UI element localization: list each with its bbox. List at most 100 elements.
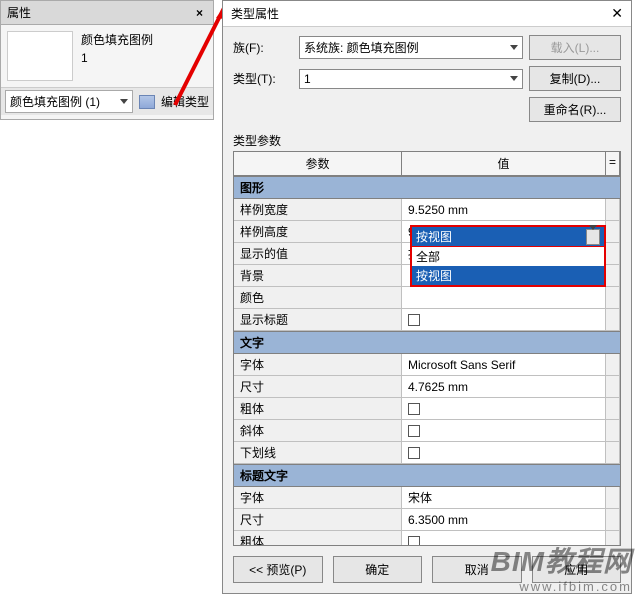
eq-cell (606, 487, 620, 508)
close-icon[interactable]: × (192, 6, 207, 20)
group-header[interactable]: 标题文字 (234, 464, 620, 487)
dropdown-list: 全部按视图 (412, 247, 604, 285)
dropdown-selected-text: 按视图 (416, 228, 452, 245)
param-name: 粗体 (234, 398, 402, 419)
param-row: 粗体 (234, 398, 620, 420)
eq-cell (606, 309, 620, 330)
param-row: 字体宋体 (234, 487, 620, 509)
type-row: 类型(T): 1 复制(D)... (233, 66, 621, 91)
param-row: 样例宽度9.5250 mm (234, 199, 620, 221)
copy-button[interactable]: 复制(D)... (529, 66, 621, 91)
rename-row: 重命名(R)... (233, 97, 621, 122)
dialog-title: 类型属性 (231, 5, 279, 22)
col-value: 值 (402, 152, 606, 175)
param-row: 斜体 (234, 420, 620, 442)
param-table: 参数 值 = 图形样例宽度9.5250 mm样例高度9.5250 mm显示的值按… (233, 151, 621, 546)
edit-type-button[interactable]: 编辑类型 (161, 93, 209, 110)
rename-button[interactable]: 重命名(R)... (529, 97, 621, 122)
type-selector-value: 颜色填充图例 (1) (10, 93, 100, 110)
eq-cell (606, 354, 620, 375)
param-name: 显示标题 (234, 309, 402, 330)
param-name: 样例宽度 (234, 199, 402, 220)
param-value[interactable]: 4.7625 mm (402, 376, 606, 397)
chevron-down-icon (510, 76, 518, 81)
checkbox[interactable] (408, 314, 420, 326)
dropdown-selected[interactable]: 按视图 (412, 227, 604, 247)
param-table-header: 参数 值 = (234, 152, 620, 176)
eq-cell (606, 199, 620, 220)
col-param: 参数 (234, 152, 402, 175)
type-label: 类型(T): (233, 70, 293, 87)
checkbox[interactable] (408, 425, 420, 437)
group-header[interactable]: 图形 (234, 176, 620, 199)
param-value[interactable] (402, 398, 606, 419)
type-name: 颜色填充图例 (81, 31, 153, 49)
param-value[interactable] (402, 442, 606, 463)
param-value[interactable] (402, 309, 606, 330)
eq-cell (606, 243, 620, 264)
dropdown-option[interactable]: 全部 (412, 247, 604, 266)
properties-title: 属性 (7, 4, 31, 21)
param-value[interactable]: 宋体 (402, 487, 606, 508)
param-name: 尺寸 (234, 509, 402, 530)
param-row: 尺寸6.3500 mm (234, 509, 620, 531)
param-name: 样例高度 (234, 221, 402, 242)
family-row: 族(F): 系统族: 颜色填充图例 载入(L)... (233, 35, 621, 60)
ok-button[interactable]: 确定 (333, 556, 423, 583)
close-icon[interactable]: ✕ (611, 5, 623, 22)
type-params-label: 类型参数 (233, 132, 621, 149)
param-row: 显示标题 (234, 309, 620, 331)
param-value[interactable] (402, 287, 606, 308)
param-value[interactable]: 6.3500 mm (402, 509, 606, 530)
param-name: 斜体 (234, 420, 402, 441)
chevron-down-icon (510, 45, 518, 50)
family-combo[interactable]: 系统族: 颜色填充图例 (299, 36, 523, 59)
properties-panel: 属性 × 颜色填充图例 1 颜色填充图例 (1) 编辑类型 (0, 0, 214, 120)
dropdown-option[interactable]: 按视图 (412, 266, 604, 285)
eq-cell (606, 287, 620, 308)
param-row: 字体Microsoft Sans Serif (234, 354, 620, 376)
type-thumbnail (7, 31, 73, 81)
type-label: 颜色填充图例 1 (81, 31, 153, 81)
checkbox[interactable] (408, 447, 420, 459)
dialog-titlebar[interactable]: 类型属性 ✕ (223, 1, 631, 27)
param-name: 颜色 (234, 287, 402, 308)
watermark-logo: BIM教程网 (491, 540, 632, 580)
type-selector-dropdown[interactable]: 颜色填充图例 (1) (5, 90, 133, 113)
group-header[interactable]: 文字 (234, 331, 620, 354)
type-count: 1 (81, 49, 153, 67)
dialog-body: 族(F): 系统族: 颜色填充图例 载入(L)... 类型(T): 1 复制(D… (223, 27, 631, 550)
checkbox[interactable] (408, 536, 420, 546)
param-name: 背景 (234, 265, 402, 286)
param-name: 字体 (234, 354, 402, 375)
eq-cell (606, 398, 620, 419)
watermark-url: www.ifbim.com (519, 579, 632, 594)
checkbox[interactable] (408, 403, 420, 415)
eq-cell (606, 442, 620, 463)
eq-cell (606, 221, 620, 242)
param-row: 颜色 (234, 287, 620, 309)
eq-cell (606, 420, 620, 441)
param-name: 粗体 (234, 531, 402, 545)
eq-cell (606, 376, 620, 397)
family-value: 系统族: 颜色填充图例 (304, 39, 419, 56)
eq-cell (606, 265, 620, 286)
param-value[interactable]: 9.5250 mm (402, 199, 606, 220)
display-value-dropdown[interactable]: 按视图 全部按视图 (410, 225, 606, 287)
family-label: 族(F): (233, 39, 293, 56)
param-name: 尺寸 (234, 376, 402, 397)
param-name: 字体 (234, 487, 402, 508)
properties-body: 颜色填充图例 1 (1, 25, 213, 87)
param-value[interactable] (402, 420, 606, 441)
load-button: 载入(L)... (529, 35, 621, 60)
chevron-down-icon (120, 99, 128, 104)
preview-button[interactable]: << 预览(P) (233, 556, 323, 583)
col-eq: = (606, 152, 620, 175)
param-value[interactable]: Microsoft Sans Serif (402, 354, 606, 375)
properties-toolbar: 颜色填充图例 (1) 编辑类型 (1, 87, 213, 115)
type-value: 1 (304, 72, 311, 86)
param-name: 下划线 (234, 442, 402, 463)
type-combo[interactable]: 1 (299, 69, 523, 89)
properties-titlebar: 属性 × (1, 1, 213, 25)
eq-cell (606, 509, 620, 530)
